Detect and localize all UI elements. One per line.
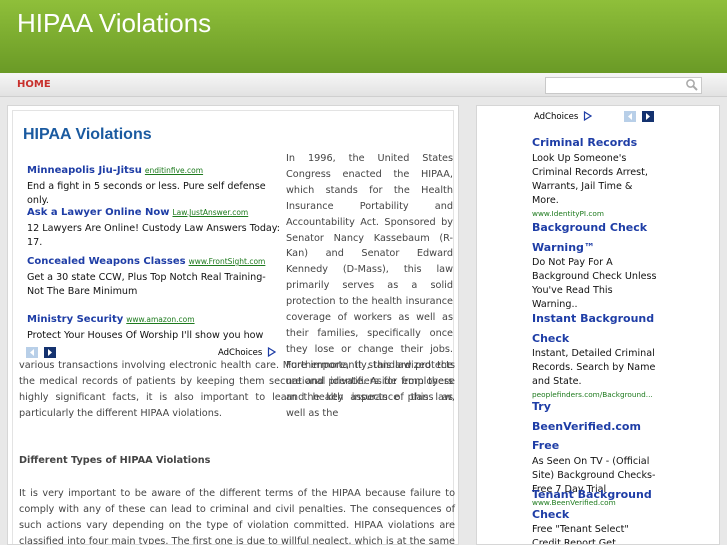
article-paragraph: It is very important to be aware of the … (19, 488, 455, 545)
search-icon[interactable] (685, 78, 699, 92)
ad-title-link[interactable]: Ask a Lawyer Online Now (27, 207, 169, 218)
ad-url-link[interactable]: enditinfive.com (145, 166, 203, 175)
ad-item: Ministry Security www.amazon.com Protect … (27, 307, 282, 343)
ad-url-link[interactable]: www.amazon.com (126, 315, 194, 324)
site-header: HIPAA Violations (0, 0, 727, 73)
sidebar-ad-item: Tenant Background Check Free "Tenant Sel… (532, 483, 657, 545)
ad-title-link[interactable]: Concealed Weapons Classes (27, 256, 186, 267)
adchoices-icon (583, 111, 592, 121)
site-title[interactable]: HIPAA Violations (17, 8, 211, 39)
ad-description: 12 Lawyers Are Online! Custody Law Answe… (27, 223, 280, 248)
ad-title-link[interactable]: Instant Background Check (532, 312, 654, 345)
ad-prev-arrow-icon[interactable] (26, 347, 38, 358)
nav-bar: HOME (0, 73, 727, 97)
ad-description: Do Not Pay For A Background Check Unless… (532, 257, 657, 310)
ad-title-link[interactable]: Ministry Security (27, 314, 123, 325)
ad-url-link[interactable]: Law.JustAnswer.com (172, 208, 248, 217)
ad-prev-arrow-icon[interactable] (624, 111, 636, 122)
ad-title-link[interactable]: Criminal Records (532, 136, 637, 149)
adchoices-text: AdChoices (218, 348, 263, 358)
ad-item: Concealed Weapons Classes www.FrontSight.… (27, 249, 282, 299)
sidebar-ad-item: Instant Background Check Instant, Detail… (532, 307, 657, 399)
adchoices-icon (267, 347, 276, 357)
ad-item: Ask a Lawyer Online Now Law.JustAnswer.co… (27, 200, 282, 250)
ad-next-arrow-icon[interactable] (44, 347, 57, 358)
section-heading: Different Types of HIPAA Violations (19, 455, 211, 466)
ad-title-link[interactable]: Minneapolis Jiu-Jitsu (27, 165, 142, 176)
ad-description: Get a 30 state CCW, Plus Top Notch Real … (27, 272, 266, 297)
adchoices-label[interactable]: AdChoices (534, 111, 592, 122)
nav-home-link[interactable]: HOME (17, 79, 51, 90)
sidebar-ad-item: Background Check Warning™ Do Not Pay For… (532, 216, 657, 313)
ad-next-arrow-icon[interactable] (642, 111, 655, 122)
ad-title-link[interactable]: Background Check Warning™ (532, 221, 647, 254)
adchoices-label[interactable]: AdChoices (218, 347, 276, 358)
ad-description: Protect Your Houses Of Worship I'll show… (27, 330, 264, 341)
sidebar: AdChoices Criminal Records Look Up Someo… (476, 105, 720, 545)
adchoices-text: AdChoices (534, 112, 579, 122)
ad-pagination (624, 111, 655, 130)
ad-title-link[interactable]: Tenant Background Check (532, 488, 652, 521)
article-intro-full: various transactions involving electroni… (19, 360, 455, 419)
ad-description: Look Up Someone's Criminal Records Arres… (532, 152, 648, 206)
sidebar-ad-item: Criminal Records Look Up Someone's Crimi… (532, 131, 657, 218)
article-container: HIPAA Violations Minneapolis Jiu-Jitsu en… (12, 110, 455, 545)
main-content: HIPAA Violations Minneapolis Jiu-Jitsu en… (7, 105, 459, 545)
search-input[interactable] (545, 77, 702, 94)
ad-description: Free "Tenant Select" Credit Report Get E… (532, 524, 629, 545)
ad-description: Instant, Detailed Criminal Records. Sear… (532, 348, 656, 387)
ad-url-link[interactable]: www.FrontSight.com (189, 257, 266, 266)
ad-title-link[interactable]: Try BeenVerified.com Free (532, 400, 641, 452)
page-title: HIPAA Violations (23, 126, 152, 143)
